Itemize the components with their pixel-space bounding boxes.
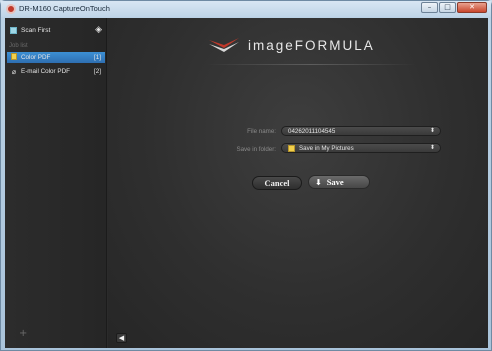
cancel-button[interactable]: Cancel (252, 176, 302, 190)
save-button-label: Save (326, 177, 344, 187)
brand-divider (206, 64, 416, 65)
window-title: DR-M160 CaptureOnTouch (19, 4, 110, 13)
back-button[interactable]: ◀ (116, 333, 127, 343)
close-button[interactable]: ✕ (457, 2, 487, 13)
app-icon (6, 4, 16, 14)
save-folder-label: Save in folder: (236, 146, 276, 153)
scan-icon (10, 27, 17, 34)
client-area: Scan First ◈ Job list Color PDF [1] ⌀ E-… (5, 18, 488, 348)
brand-header: imageFORMULA (208, 34, 408, 56)
minimize-button[interactable]: – (421, 2, 438, 13)
add-job-button[interactable]: + (19, 328, 27, 339)
scan-first-item[interactable]: Scan First ◈ (10, 25, 104, 36)
job-number: [2] (93, 68, 101, 75)
pdf-icon (10, 53, 18, 62)
paperclip-icon: ⌀ (11, 68, 17, 76)
job-number: [1] (93, 54, 101, 61)
file-name-field[interactable]: 04262011104545 ⬍ (281, 126, 441, 136)
job-item-email-color-pdf[interactable]: ⌀ E-mail Color PDF [2] (7, 66, 105, 77)
sidebar: Scan First ◈ Job list Color PDF [1] ⌀ E-… (5, 18, 107, 348)
save-button[interactable]: ⬇ Save (308, 175, 370, 189)
save-folder-select[interactable]: Save in My Pictures ⬍ (281, 143, 441, 153)
window-controls: – □ ✕ (421, 2, 487, 13)
title-bar: DR-M160 CaptureOnTouch – □ ✕ (1, 1, 491, 17)
save-folder-chevron-icon[interactable]: ⬍ (430, 144, 435, 153)
imageformula-logo-icon (209, 38, 239, 52)
file-name-label: File name: (247, 128, 276, 135)
folder-icon (288, 144, 295, 152)
maximize-button[interactable]: □ (439, 2, 456, 13)
scan-settings-icon[interactable]: ◈ (95, 25, 102, 35)
download-arrow-icon: ⬇ (315, 177, 322, 187)
job-item-color-pdf[interactable]: Color PDF [1] (7, 52, 105, 63)
file-name-value: 04262011104545 (288, 127, 336, 135)
scan-first-label: Scan First (21, 27, 51, 34)
job-list-heading: Job list (9, 43, 28, 49)
main-panel: imageFORMULA File name: 04262011104545 ⬍… (108, 18, 488, 348)
job-label: E-mail Color PDF (21, 68, 70, 75)
file-name-spinner-icon[interactable]: ⬍ (430, 127, 435, 136)
job-label: Color PDF (21, 54, 51, 61)
brand-name: imageFORMULA (248, 37, 375, 53)
app-window: DR-M160 CaptureOnTouch – □ ✕ Scan First … (0, 0, 492, 351)
save-folder-value: Save in My Pictures (299, 144, 354, 152)
